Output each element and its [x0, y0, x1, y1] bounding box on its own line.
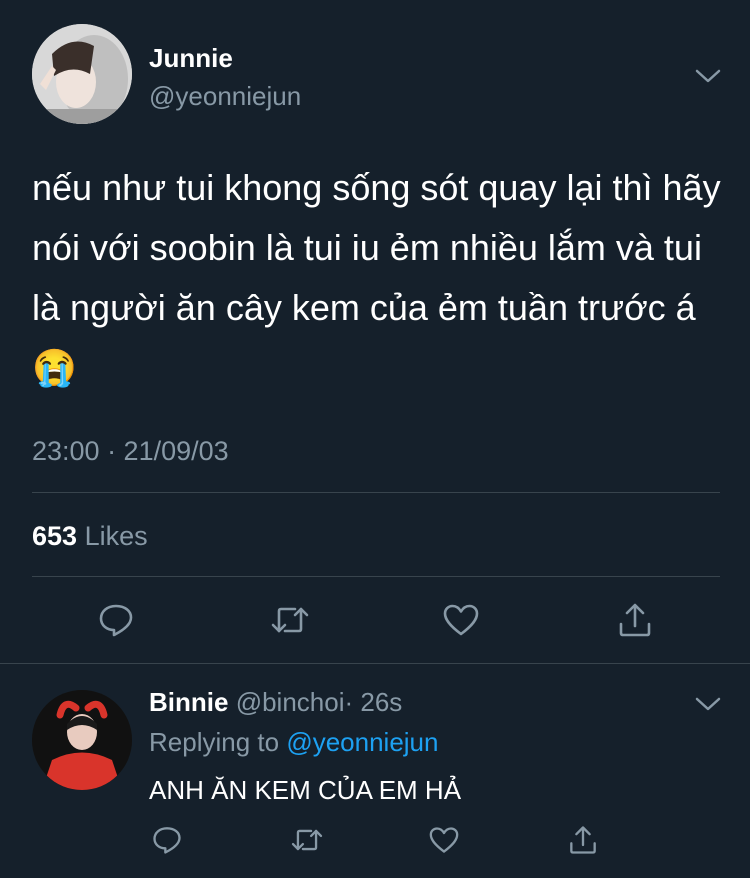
likes-stat[interactable]: 653 Likes — [32, 518, 148, 554]
likes-label: Likes — [84, 521, 148, 551]
tweet-text: nếu như tui khong sống sót quay lại thì … — [32, 167, 721, 388]
reply-icon — [153, 827, 181, 854]
author-avatar[interactable] — [32, 24, 132, 124]
author-handle[interactable]: @yeonniejun — [149, 80, 301, 112]
replying-to-handle[interactable]: @yeonniejun — [286, 727, 438, 757]
reply-like-button[interactable] — [424, 820, 464, 860]
tweet-timestamp[interactable]: 23:00 · 21/09/03 — [32, 433, 229, 469]
reply-reply-button[interactable] — [147, 820, 187, 860]
chevron-down-icon — [695, 697, 721, 711]
avatar-photo — [32, 24, 132, 124]
chevron-down-icon — [695, 69, 721, 83]
retweet-icon — [271, 607, 309, 633]
divider — [32, 576, 720, 577]
retweet-icon — [291, 829, 323, 851]
reply-share-button[interactable] — [563, 820, 603, 860]
like-icon — [443, 604, 479, 636]
likes-count: 653 — [32, 521, 78, 551]
reply-button[interactable] — [96, 600, 136, 640]
reply-text: ANH ĂN KEM CỦA EM HẢ — [149, 775, 462, 805]
share-icon — [570, 826, 596, 854]
reply-avatar-photo — [32, 690, 132, 790]
replying-to: Replying to @yeonniejun — [149, 726, 438, 758]
reply-header: Binnie @binchoi· 26s — [149, 686, 402, 718]
replying-to-label: Replying to — [149, 727, 280, 757]
divider — [32, 492, 720, 493]
like-button[interactable] — [441, 600, 481, 640]
reply-retweet-button[interactable] — [287, 820, 327, 860]
reply-author-handle[interactable]: @binchoi — [236, 687, 345, 717]
like-icon — [429, 827, 459, 853]
reply-icon — [99, 604, 133, 637]
share-button[interactable] — [615, 600, 655, 640]
reply-author-name[interactable]: Binnie — [149, 687, 228, 717]
retweet-button[interactable] — [270, 600, 310, 640]
reply-menu-chevron[interactable] — [688, 684, 728, 724]
share-icon — [619, 603, 651, 637]
reply-author-avatar[interactable] — [32, 690, 132, 790]
reply-time[interactable]: · 26s — [344, 687, 402, 717]
divider — [0, 663, 750, 664]
tweet-menu-chevron[interactable] — [688, 56, 728, 96]
author-name[interactable]: Junnie — [149, 42, 233, 74]
